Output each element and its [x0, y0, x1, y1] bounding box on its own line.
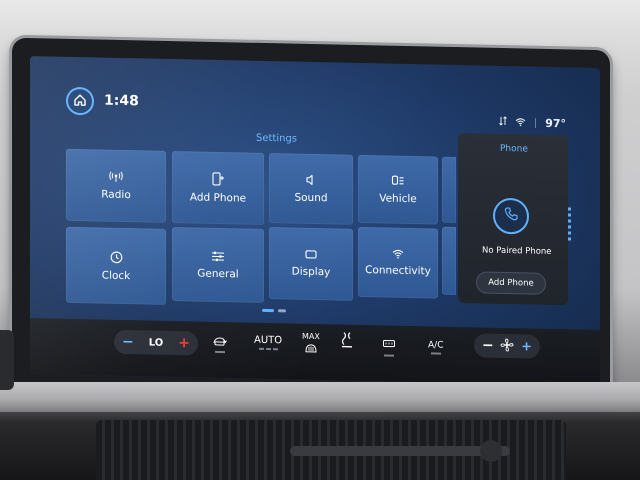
phone-icon [503, 206, 519, 226]
wifi-icon [392, 249, 404, 259]
rear-defrost-icon [382, 339, 396, 352]
indicator-bar [430, 352, 441, 355]
auto-label: AUTO [254, 334, 283, 347]
add-phone-button[interactable]: Add Phone [476, 271, 546, 295]
max-defrost-icon [304, 343, 318, 356]
add-phone-icon [211, 172, 225, 186]
page-dot-active [262, 308, 274, 313]
clock-icon [110, 250, 123, 263]
tile-clock[interactable]: Clock [66, 226, 166, 305]
vent-lever[interactable] [290, 446, 510, 456]
max-defrost-button[interactable]: MAX [302, 332, 320, 356]
temp-increase-button[interactable]: + [178, 335, 190, 351]
tile-connectivity[interactable]: Connectivity [358, 226, 438, 299]
page-indicator[interactable] [262, 308, 286, 313]
tile-label: Clock [101, 269, 131, 282]
tile-label: Add Phone [189, 191, 247, 205]
seat-heat-icon [338, 330, 356, 351]
vehicle-icon [391, 175, 405, 187]
indicator-bars [258, 347, 278, 351]
indicator-bar [215, 350, 225, 354]
wifi-icon [515, 117, 526, 129]
ac-button[interactable]: A/C [428, 340, 444, 355]
recirculation-button[interactable] [212, 336, 228, 354]
phone-status-text: No Paired Phone [482, 245, 552, 257]
recirculation-icon [212, 336, 228, 349]
dashboard-trim [0, 382, 640, 412]
climate-bar: − LO + AUTO MAX A/C − + [30, 318, 600, 386]
phone-button[interactable] [493, 197, 529, 235]
phone-panel-title: Phone [500, 143, 528, 155]
tile-partial[interactable] [442, 156, 456, 223]
tile-label: Vehicle [379, 192, 417, 206]
home-button[interactable] [66, 86, 94, 116]
outside-temperature: 97° [545, 116, 566, 131]
speaker-icon [305, 174, 317, 186]
tile-general[interactable]: General [172, 227, 264, 303]
indicator-bar [384, 354, 394, 357]
tile-sound[interactable]: Sound [269, 153, 353, 225]
infotainment-screen: 1:48 | 97° Settings Radio Add Phone Soun… [30, 56, 600, 386]
settings-title: Settings [256, 132, 298, 145]
tile-vehicle[interactable]: Vehicle [358, 154, 438, 225]
status-time: 1:48 [104, 92, 139, 110]
temp-decrease-button[interactable]: − [122, 334, 134, 350]
tile-radio[interactable]: Radio [66, 148, 166, 223]
tile-partial[interactable] [442, 226, 456, 295]
status-indicators: | 97° [498, 116, 566, 131]
tile-label: Sound [294, 191, 328, 205]
auto-button[interactable]: AUTO [254, 335, 282, 351]
home-icon [73, 91, 87, 110]
rear-defrost-button[interactable] [382, 339, 396, 357]
fan-decrease-button[interactable]: − [482, 337, 494, 353]
temperature-value: LO [148, 337, 164, 349]
tile-add-phone[interactable]: Add Phone [172, 151, 264, 225]
fan-increase-button[interactable]: + [521, 339, 532, 354]
phone-panel-scrollbar[interactable] [568, 207, 571, 242]
tile-label: Radio [101, 188, 131, 202]
temperature-control: − LO + [114, 329, 198, 356]
data-transfer-icon [498, 116, 507, 129]
seat-heat-button[interactable] [338, 330, 356, 351]
sliders-icon [211, 250, 225, 261]
tile-label: Display [291, 265, 331, 279]
scroll-track [568, 207, 571, 242]
fan-speed-control: − + [474, 333, 540, 359]
tile-display[interactable]: Display [269, 227, 353, 301]
steering-stalk [0, 330, 14, 390]
vent-knob[interactable] [480, 440, 502, 462]
page-dot [278, 309, 286, 313]
max-label: MAX [302, 331, 320, 342]
fan-icon [500, 337, 514, 354]
phone-panel: Phone No Paired Phone Add Phone [458, 132, 568, 306]
tile-label: Connectivity [365, 264, 431, 278]
display-icon [305, 250, 317, 260]
ac-label: A/C [428, 340, 444, 351]
radio-antenna-icon [109, 171, 123, 183]
tile-label: General [197, 267, 239, 280]
